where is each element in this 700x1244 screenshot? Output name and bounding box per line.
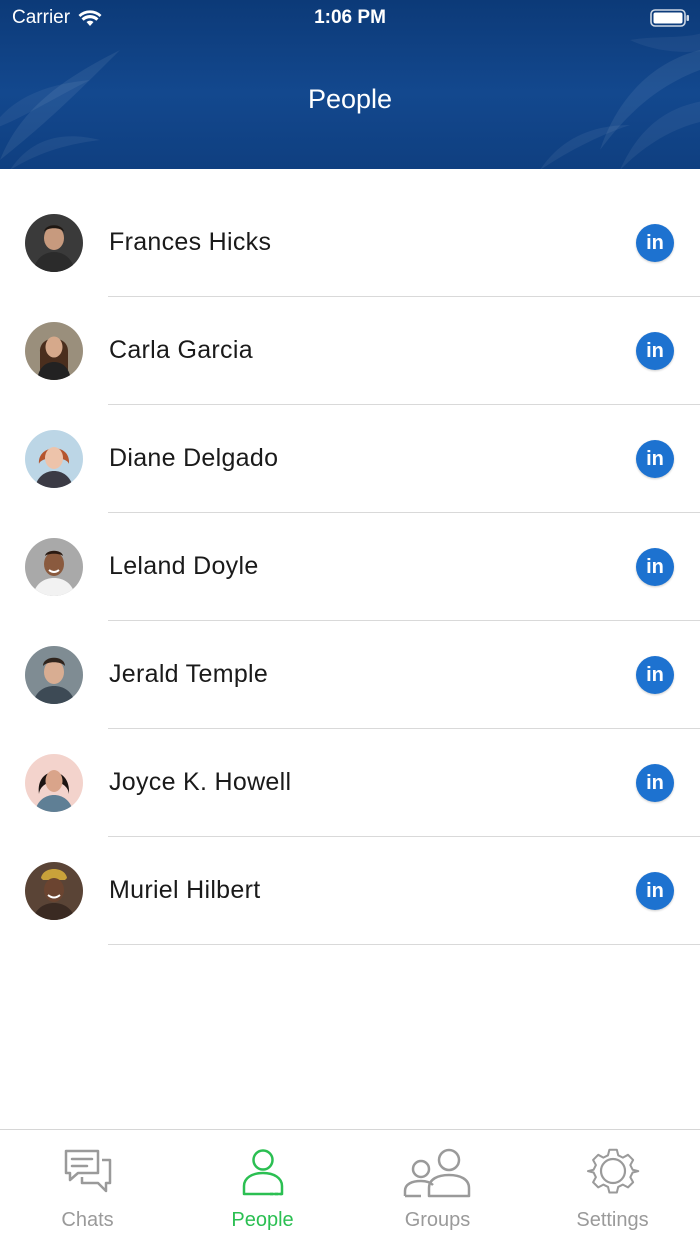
tab-settings[interactable]: Settings [525,1130,700,1244]
person-name: Frances Hicks [109,228,272,256]
header: Carrier 1:06 PM People [0,0,700,169]
person-name: Leland Doyle [109,552,259,580]
linkedin-icon[interactable]: in [636,764,674,802]
linkedin-icon[interactable]: in [636,872,674,910]
row-divider [108,944,700,945]
people-list: Frances Hicks in Carla Garcia in Diane D [0,169,700,945]
avatar [25,538,83,596]
person-row[interactable]: Leland Doyle in [0,493,700,621]
tab-label: People [231,1209,294,1231]
linkedin-icon[interactable]: in [636,332,674,370]
tab-label: Settings [576,1209,649,1231]
person-row[interactable]: Jerald Temple in [0,601,700,729]
tab-chats[interactable]: Chats [0,1130,175,1244]
person-name: Carla Garcia [109,336,253,364]
groups-icon [403,1148,470,1198]
chat-icon [64,1149,111,1193]
person-row[interactable]: Carla Garcia in [0,277,700,405]
person-row[interactable]: Joyce K. Howell in [0,709,700,837]
person-icon [242,1149,283,1196]
person-row[interactable]: Frances Hicks in [0,169,700,297]
avatar [25,322,83,380]
avatar [25,214,83,272]
status-bar: Carrier 1:06 PM [0,0,700,38]
person-name: Diane Delgado [109,444,279,472]
status-time: 1:06 PM [314,7,386,28]
tab-people[interactable]: People [175,1130,350,1244]
tab-bar: Chats People Groups Settings [0,1129,700,1244]
linkedin-icon[interactable]: in [636,440,674,478]
avatar [25,646,83,704]
person-name: Muriel Hilbert [109,876,261,904]
linkedin-icon[interactable]: in [636,548,674,586]
gear-icon [586,1148,639,1194]
avatar [25,862,83,920]
person-row[interactable]: Muriel Hilbert in [0,817,700,945]
page-title: People [307,84,393,114]
person-name: Joyce K. Howell [109,768,292,796]
tab-label: Groups [404,1209,471,1231]
avatar [25,430,83,488]
tab-label: Chats [61,1209,114,1231]
avatar [25,754,83,812]
person-name: Jerald Temple [109,660,269,688]
battery-icon [650,9,689,27]
linkedin-icon[interactable]: in [636,656,674,694]
linkedin-icon[interactable]: in [636,224,674,262]
person-row[interactable]: Diane Delgado in [0,385,700,513]
tab-groups[interactable]: Groups [350,1130,525,1244]
